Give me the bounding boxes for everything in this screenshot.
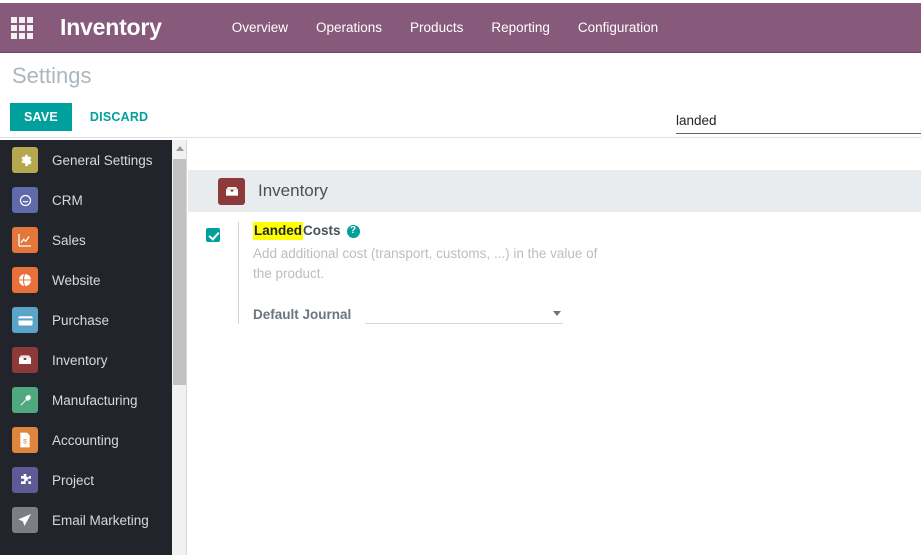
setting-landed-costs: Landed Costs ? Add additional cost (tran… (206, 222, 846, 324)
setting-title: Landed Costs ? (253, 222, 798, 240)
paper-plane-icon (12, 507, 38, 533)
sidebar-item-email-marketing[interactable]: Email Marketing (0, 500, 172, 540)
app-section-title: Inventory (258, 181, 328, 200)
search-highlight: Landed (253, 222, 304, 240)
setting-description: Add additional cost (transport, customs,… (253, 246, 598, 281)
crm-handshake-icon (12, 187, 38, 213)
action-button-row: SAVE DISCARD (10, 103, 158, 131)
sidebar-item-label: CRM (52, 192, 83, 208)
globe-icon (12, 267, 38, 293)
sidebar-item-accounting[interactable]: $ Accounting (0, 420, 172, 460)
app-section-header: Inventory (188, 170, 921, 212)
apps-grid-icon[interactable] (11, 16, 33, 39)
sidebar-item-label: Accounting (52, 432, 119, 448)
sidebar-item-label: Website (52, 272, 101, 288)
credit-card-icon (12, 307, 38, 333)
gear-icon (12, 147, 38, 173)
main-menu: Overview Operations Products Reporting C… (218, 3, 672, 52)
sidebar-item-label: Purchase (52, 312, 110, 328)
sidebar-item-inventory[interactable]: Inventory (0, 340, 172, 380)
default-journal-select[interactable] (365, 304, 564, 324)
page-title: Settings (12, 63, 92, 88)
sidebar-item-label: Email Marketing (52, 512, 149, 528)
help-circle-icon[interactable]: ? (346, 224, 360, 238)
sidebar-item-label: Project (52, 472, 95, 488)
sidebar-item-label: General Settings (52, 152, 153, 168)
sidebar-item-general-settings[interactable]: General Settings (0, 140, 172, 180)
sidebar-scrollbar[interactable] (172, 140, 187, 555)
sidebar-item-website[interactable]: Website (0, 260, 172, 300)
invoice-icon: $ (12, 427, 38, 453)
wrench-icon (12, 387, 38, 413)
menu-item-overview[interactable]: Overview (218, 3, 302, 53)
app-brand-title[interactable]: Inventory (60, 14, 162, 41)
sidebar-item-manufacturing[interactable]: Manufacturing (0, 380, 172, 420)
sidebar-item-label: Sales (52, 232, 86, 248)
menu-item-configuration[interactable]: Configuration (564, 3, 672, 53)
setting-title-rest: Costs (303, 223, 341, 238)
search-input[interactable] (676, 111, 921, 134)
sidebar-item-purchase[interactable]: Purchase (0, 300, 172, 340)
puzzle-icon (12, 467, 38, 493)
top-navbar: Inventory Overview Operations Products R… (0, 3, 921, 53)
inventory-box-icon (218, 177, 245, 205)
menu-item-reporting[interactable]: Reporting (477, 3, 564, 53)
menu-item-operations[interactable]: Operations (302, 3, 396, 53)
box-icon (12, 347, 38, 373)
sidebar-item-label: Inventory (52, 352, 108, 368)
chevron-down-icon[interactable] (553, 311, 562, 316)
landed-costs-checkbox[interactable] (206, 228, 220, 242)
save-button[interactable]: SAVE (10, 103, 72, 131)
search-box (676, 111, 921, 134)
settings-content: Inventory Landed Costs ? Add additional … (188, 140, 921, 555)
default-journal-label: Default Journal (253, 306, 352, 322)
sidebar-item-project[interactable]: Project (0, 460, 172, 500)
settings-sidebar[interactable]: General Settings CRM Sales Website Purch… (0, 140, 172, 555)
sidebar-item-crm[interactable]: CRM (0, 180, 172, 220)
discard-button[interactable]: DISCARD (80, 103, 158, 131)
svg-text:$: $ (23, 438, 27, 445)
setting-body: Landed Costs ? Add additional cost (tran… (238, 222, 798, 324)
menu-item-products[interactable]: Products (396, 3, 477, 53)
default-journal-row: Default Journal (253, 304, 798, 324)
sidebar-item-sales[interactable]: Sales (0, 220, 172, 260)
control-panel: Settings SAVE DISCARD (0, 53, 921, 138)
scroll-up-arrow-icon[interactable] (172, 140, 187, 157)
sidebar-item-label: Manufacturing (52, 392, 138, 408)
chart-line-icon (12, 227, 38, 253)
scrollbar-thumb[interactable] (173, 159, 186, 385)
